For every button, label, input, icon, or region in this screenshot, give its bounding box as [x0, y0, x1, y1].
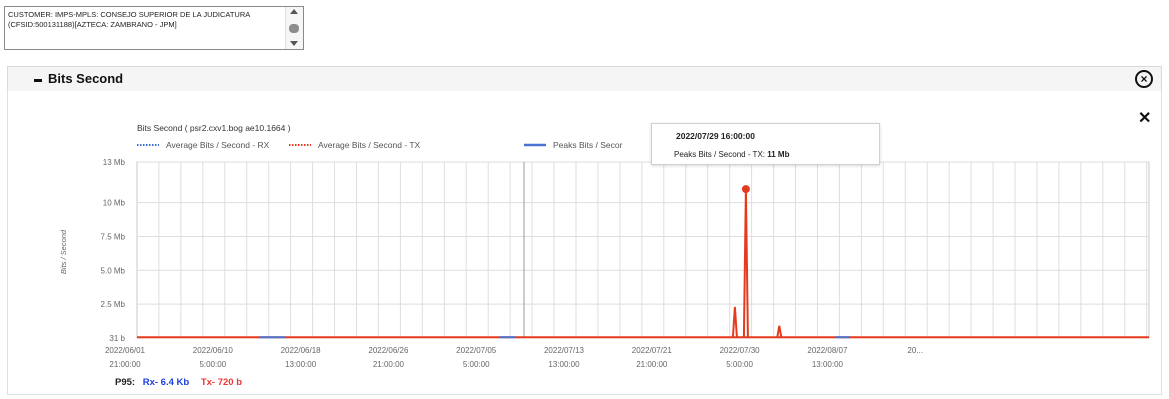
x-tick-time: 5:00:00 [463, 360, 490, 369]
y-tick-label: 31 b [109, 334, 125, 343]
x-tick-date: 2022/06/26 [368, 346, 409, 355]
highlighted-point-marker [741, 185, 750, 194]
x-tick-time: 21:00:00 [373, 360, 405, 369]
x-tick-date: 2022/07/05 [456, 346, 497, 355]
p95-summary: P95: Rx- 6.4 Kb Tx- 720 b [115, 377, 242, 388]
x-tick-date: 2022/07/21 [632, 346, 673, 355]
bits-second-chart: 31 b 2.5 Mb 5.0 Mb 7.5 Mb 10 Mb 13 Mb 2022/06/… [59, 123, 1150, 369]
x-tick-time: 13:00:00 [812, 360, 844, 369]
tooltip-series-line: Peaks Bits / Second - TX: 11 Mb [674, 150, 789, 159]
plot-area [136, 161, 1150, 339]
p95-tx-value: Tx- 720 b [200, 377, 243, 388]
x-tick-time: 21:00:00 [636, 360, 668, 369]
y-tick-label: 7.5 Mb [101, 232, 126, 241]
x-tick-date: 2022/06/01 [105, 346, 146, 355]
x-tick-date: 20... [907, 346, 923, 355]
y-tick-label: 5.0 Mb [101, 266, 126, 275]
legend-label: Average Bits / Second - RX [166, 140, 270, 150]
chart-tooltip: 2022/07/29 16:00:00 Peaks Bits / Second … [651, 123, 880, 165]
x-tick-time: 13:00:00 [285, 360, 317, 369]
x-tick-date: 2022/08/07 [807, 346, 848, 355]
legend-label: Peaks Bits / Secor [553, 140, 623, 150]
tooltip-date: 2022/07/29 16:00:00 [676, 131, 755, 141]
y-tick-label: 10 Mb [103, 199, 126, 208]
p95-rx-value: Rx- 6.4 Kb [142, 377, 190, 388]
x-tick-date: 2022/07/13 [544, 346, 585, 355]
tooltip-series-label: Peaks Bits / Second - TX: [674, 150, 766, 159]
chart-title: Bits Second ( psr2.cxv1.bog ae10.1664 ) [137, 123, 291, 133]
x-tick-time: 5:00:00 [726, 360, 753, 369]
x-tick-date: 2022/06/10 [193, 346, 234, 355]
x-tick-time: 21:00:00 [109, 360, 141, 369]
x-tick-date: 2022/07/30 [720, 346, 761, 355]
y-tick-label: 2.5 Mb [101, 300, 126, 309]
y-tick-label: 13 Mb [103, 158, 126, 167]
tooltip-value: 11 Mb [767, 150, 790, 159]
y-axis-label: Bits / Second [59, 229, 68, 274]
x-tick-date: 2022/06/18 [281, 346, 322, 355]
legend-label: Average Bits / Second - TX [318, 140, 421, 150]
chart-close-icon[interactable]: ✕ [1138, 108, 1151, 128]
x-tick-time: 5:00:00 [199, 360, 226, 369]
x-tick-time: 13:00:00 [548, 360, 580, 369]
p95-label: P95: [115, 377, 136, 388]
